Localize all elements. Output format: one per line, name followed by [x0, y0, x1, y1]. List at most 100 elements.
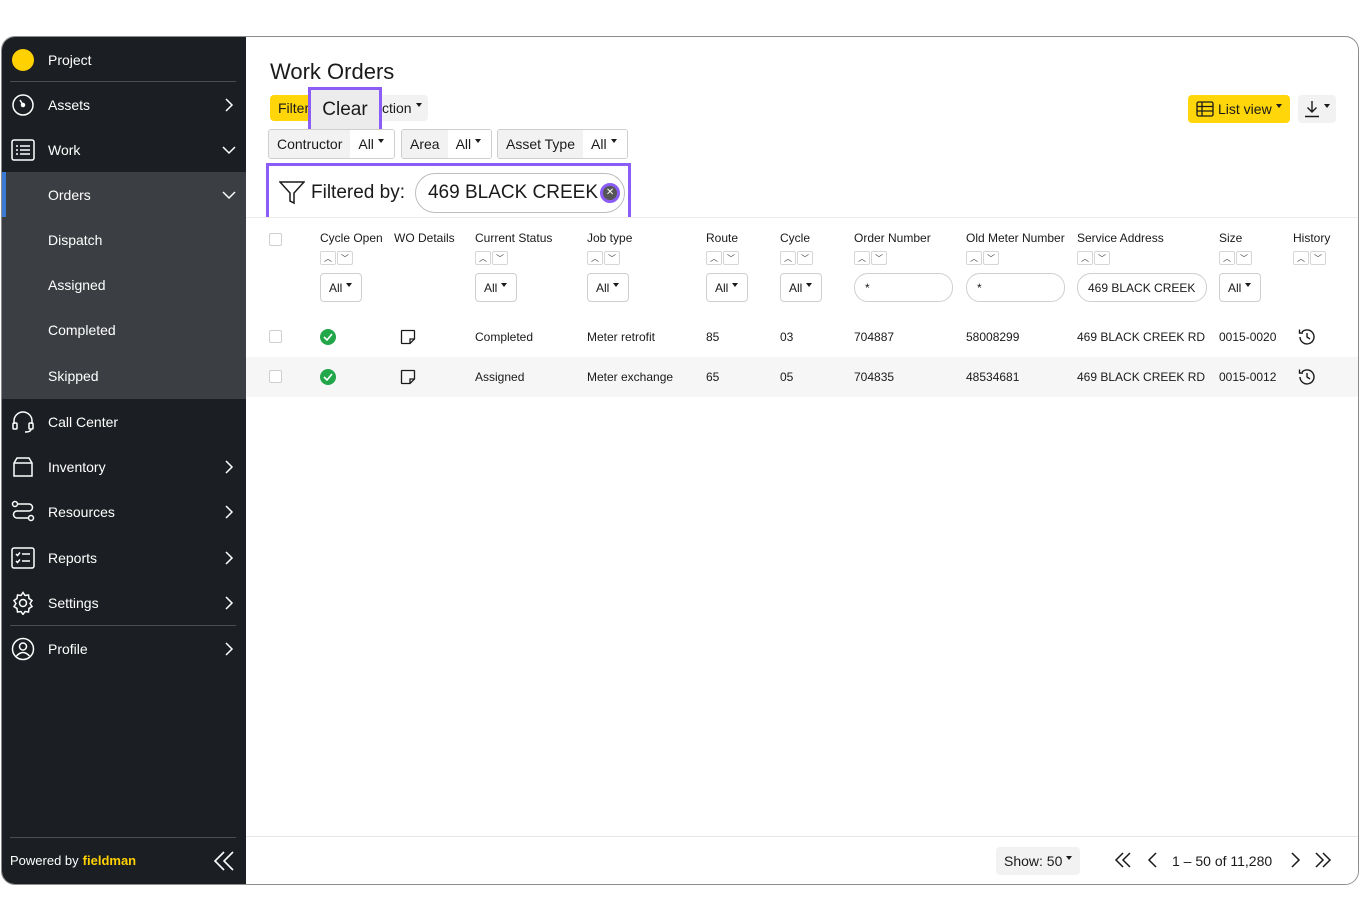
- table-row[interactable]: Completed Meter retrofit 85 03 704887 58…: [246, 317, 1358, 357]
- row-checkbox[interactable]: [269, 370, 282, 383]
- cell-cycle: 05: [780, 370, 794, 384]
- sort-asc-icon[interactable]: ︿: [475, 251, 491, 265]
- funnel-icon: [279, 180, 305, 205]
- sort-controls[interactable]: ︿ ﹀: [475, 251, 509, 265]
- job-type-filter-select[interactable]: All: [587, 273, 629, 302]
- sidebar-item-skipped[interactable]: Skipped: [2, 352, 246, 399]
- sort-asc-icon[interactable]: ︿: [1077, 251, 1093, 265]
- app-window: Project Assets Work Orders Dispatch Assi…: [1, 36, 1359, 885]
- filter-select-value: All: [789, 280, 803, 295]
- col-header-service-address[interactable]: Service Address: [1077, 231, 1164, 245]
- sort-asc-icon[interactable]: ︿: [966, 251, 982, 265]
- prev-page-icon[interactable]: [1144, 851, 1162, 869]
- page-size-select[interactable]: Show: 50: [996, 847, 1080, 875]
- col-header-history[interactable]: History: [1293, 231, 1330, 245]
- asset-type-filter[interactable]: Asset Type All: [497, 129, 628, 159]
- sidebar-item-inventory[interactable]: Inventory: [2, 444, 246, 489]
- sort-controls[interactable]: ︿ ﹀: [1077, 251, 1111, 265]
- last-page-icon[interactable]: [1314, 851, 1332, 869]
- cycle-filter-select[interactable]: All: [780, 273, 822, 302]
- note-icon[interactable]: [400, 369, 416, 385]
- sort-controls[interactable]: ︿ ﹀: [1293, 251, 1327, 265]
- sort-asc-icon[interactable]: ︿: [780, 251, 796, 265]
- contractor-filter-value[interactable]: All: [350, 130, 394, 158]
- filter-select-value: All: [715, 280, 729, 295]
- sort-desc-icon[interactable]: ﹀: [1236, 251, 1252, 265]
- sort-desc-icon[interactable]: ﹀: [983, 251, 999, 265]
- asset-type-filter-value[interactable]: All: [583, 130, 627, 158]
- sort-asc-icon[interactable]: ︿: [587, 251, 603, 265]
- col-header-cycle[interactable]: Cycle: [780, 231, 810, 245]
- select-all-checkbox[interactable]: [269, 233, 282, 246]
- sort-asc-icon[interactable]: ︿: [1219, 251, 1235, 265]
- download-dropdown[interactable]: [1298, 95, 1336, 123]
- sidebar-item-project[interactable]: Project: [2, 37, 246, 82]
- sort-asc-icon[interactable]: ︿: [706, 251, 722, 265]
- sidebar-item-orders[interactable]: Orders: [2, 172, 246, 217]
- filter-button-label: Filter: [278, 100, 310, 116]
- old-meter-number-filter-input[interactable]: *: [966, 273, 1065, 302]
- sort-desc-icon[interactable]: ﹀: [604, 251, 620, 265]
- size-filter-select[interactable]: All: [1219, 273, 1261, 302]
- col-header-route[interactable]: Route: [706, 231, 738, 245]
- sort-desc-icon[interactable]: ﹀: [492, 251, 508, 265]
- sort-desc-icon[interactable]: ﹀: [871, 251, 887, 265]
- caret-down-icon: [475, 139, 482, 143]
- sort-controls[interactable]: ︿ ﹀: [706, 251, 740, 265]
- col-header-old-meter-number[interactable]: Old Meter Number: [966, 231, 1065, 245]
- col-header-current-status[interactable]: Current Status: [475, 231, 552, 245]
- note-icon[interactable]: [400, 329, 416, 345]
- sort-desc-icon[interactable]: ﹀: [797, 251, 813, 265]
- sort-controls[interactable]: ︿ ﹀: [320, 251, 354, 265]
- table-row[interactable]: Assigned Meter exchange 65 05 704835 485…: [246, 357, 1358, 397]
- remove-filter-icon[interactable]: ✕: [600, 182, 621, 203]
- sort-controls[interactable]: ︿ ﹀: [1219, 251, 1253, 265]
- sort-asc-icon[interactable]: ︿: [1293, 251, 1309, 265]
- sidebar-item-assets[interactable]: Assets: [2, 82, 246, 127]
- area-filter-value[interactable]: All: [447, 130, 492, 158]
- sort-controls[interactable]: ︿ ﹀: [966, 251, 1000, 265]
- sidebar-item-resources[interactable]: Resources: [2, 489, 246, 534]
- cycle-open-filter-select[interactable]: All: [320, 273, 362, 302]
- col-header-cycle-open[interactable]: Cycle Open: [320, 231, 383, 245]
- next-page-icon[interactable]: [1286, 851, 1304, 869]
- col-header-order-number[interactable]: Order Number: [854, 231, 931, 245]
- sort-desc-icon[interactable]: ﹀: [1094, 251, 1110, 265]
- status-filter-select[interactable]: All: [475, 273, 517, 302]
- row-checkbox[interactable]: [269, 330, 282, 343]
- sort-controls[interactable]: ︿ ﹀: [587, 251, 621, 265]
- sidebar-item-settings[interactable]: Settings: [2, 580, 246, 625]
- sidebar-item-profile[interactable]: Profile: [2, 626, 246, 671]
- history-icon[interactable]: [1297, 327, 1317, 347]
- first-page-icon[interactable]: [1114, 851, 1132, 869]
- collapse-sidebar-icon[interactable]: [212, 849, 236, 873]
- sidebar-item-assigned[interactable]: Assigned: [2, 262, 246, 307]
- clear-button[interactable]: Clear: [308, 87, 382, 133]
- sort-desc-icon[interactable]: ﹀: [1310, 251, 1326, 265]
- sort-desc-icon[interactable]: ﹀: [337, 251, 353, 265]
- route-filter-select[interactable]: All: [706, 273, 748, 302]
- sort-controls[interactable]: ︿ ﹀: [780, 251, 814, 265]
- sidebar-item-label: Project: [48, 51, 92, 68]
- sidebar-item-completed[interactable]: Completed: [2, 307, 246, 352]
- sort-asc-icon[interactable]: ︿: [320, 251, 336, 265]
- col-header-wo-details[interactable]: WO Details: [394, 231, 455, 245]
- list-view-dropdown[interactable]: List view: [1188, 95, 1290, 123]
- col-header-size[interactable]: Size: [1219, 231, 1242, 245]
- sidebar-item-call-center[interactable]: Call Center: [2, 399, 246, 444]
- history-icon[interactable]: [1297, 367, 1317, 387]
- sort-controls[interactable]: ︿ ﹀: [854, 251, 888, 265]
- contractor-filter[interactable]: Contructor All: [268, 129, 395, 159]
- sidebar-item-reports[interactable]: Reports: [2, 535, 246, 580]
- sort-asc-icon[interactable]: ︿: [854, 251, 870, 265]
- sort-desc-icon[interactable]: ﹀: [723, 251, 739, 265]
- col-header-job-type[interactable]: Job type: [587, 231, 632, 245]
- sidebar-item-dispatch[interactable]: Dispatch: [2, 217, 246, 262]
- sidebar-item-label: Profile: [48, 640, 88, 657]
- order-number-filter-input[interactable]: *: [854, 273, 953, 302]
- area-filter[interactable]: Area All: [401, 129, 493, 159]
- sidebar-item-work[interactable]: Work: [2, 127, 246, 172]
- action-dropdown[interactable]: ction: [382, 95, 428, 121]
- service-address-filter-input[interactable]: 469 BLACK CREEK: [1077, 273, 1207, 302]
- asset-type-filter-label: Asset Type: [498, 130, 584, 158]
